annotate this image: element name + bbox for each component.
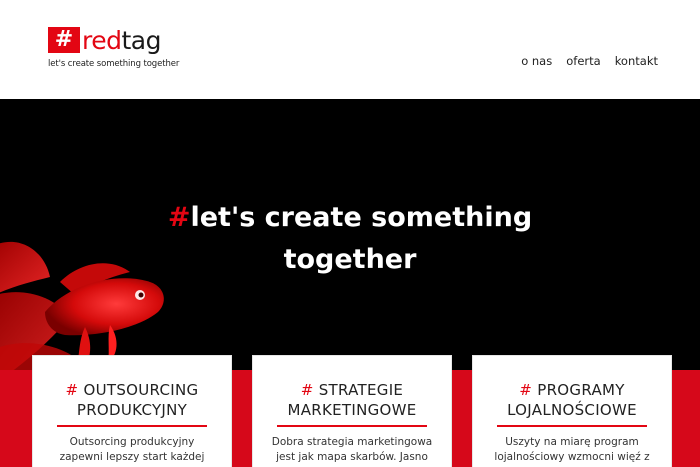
- nav-item-oferta[interactable]: oferta: [566, 54, 600, 68]
- card-text-line-2: lojalnościowy wzmocni więź z: [494, 451, 650, 463]
- card-text-line-2: jest jak mapa skarbów. Jasno: [276, 451, 428, 463]
- card-text: Outsorcing produkcyjny zapewni lepszy st…: [33, 435, 231, 465]
- card-strategie[interactable]: # STRATEGIE MARKETINGOWE Dobra strategia…: [252, 355, 452, 467]
- nav-item-o-nas[interactable]: o nas: [521, 54, 552, 68]
- card-hash: #: [519, 381, 533, 399]
- card-title-line-1: PROGRAMY: [537, 381, 625, 399]
- site-header: # redtag let's create something together…: [0, 0, 700, 99]
- card-divider: [57, 425, 207, 427]
- card-hash: #: [65, 381, 79, 399]
- card-divider: [277, 425, 427, 427]
- card-programy[interactable]: # PROGRAMY LOJALNOŚCIOWE Uszyty na miarę…: [472, 355, 672, 467]
- hero-line-2: together: [283, 244, 417, 275]
- card-title: # PROGRAMY LOJALNOŚCIOWE: [473, 380, 671, 420]
- hero-section: #let's create something together: [0, 99, 700, 370]
- card-hash: #: [300, 381, 314, 399]
- hero-line-1: let's create something: [190, 202, 533, 233]
- card-divider: [497, 425, 647, 427]
- card-text-line-2: zapewni lepszy start każdej: [59, 451, 205, 463]
- card-title: # OUTSOURCING PRODUKCYJNY: [33, 380, 231, 420]
- card-outsourcing[interactable]: # OUTSOURCING PRODUKCYJNY Outsorcing pro…: [32, 355, 232, 467]
- main-nav: o nas oferta kontakt: [521, 54, 658, 68]
- card-title: # STRATEGIE MARKETINGOWE: [253, 380, 451, 420]
- card-text-line-1: Dobra strategia marketingowa: [271, 436, 433, 448]
- card-text: Dobra strategia marketingowa jest jak ma…: [253, 435, 451, 465]
- card-title-line-1: OUTSOURCING: [83, 381, 199, 399]
- logo-word-red: red: [82, 26, 122, 55]
- card-title-line-2: PRODUKCYJNY: [76, 401, 188, 419]
- logo-word-tag: tag: [121, 26, 161, 55]
- card-title-line-1: STRATEGIE: [318, 381, 404, 399]
- nav-item-kontakt[interactable]: kontakt: [615, 54, 658, 68]
- card-text-line-1: Outsorcing produkcyjny: [69, 436, 195, 448]
- logo-tagline: let's create something together: [48, 59, 180, 69]
- card-text: Uszyty na miarę program lojalnościowy wz…: [473, 435, 671, 465]
- card-title-line-2: MARKETINGOWE: [287, 401, 417, 419]
- card-title-line-2: LOJALNOŚCIOWE: [507, 401, 637, 419]
- card-text-line-1: Uszyty na miarę program: [505, 436, 639, 448]
- betta-fish-image: [0, 241, 164, 370]
- logo-hash-badge: #: [48, 27, 80, 53]
- redtag-logo[interactable]: # redtag let's create something together: [48, 26, 179, 73]
- logo-wordmark: redtag: [82, 26, 161, 56]
